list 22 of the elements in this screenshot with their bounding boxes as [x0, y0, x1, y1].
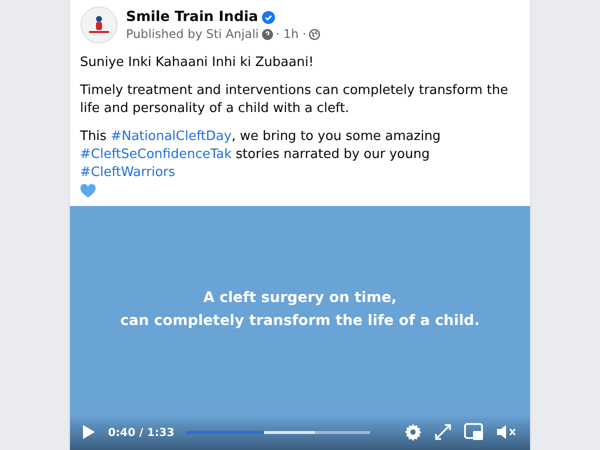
hashtag-link[interactable]: #CleftSeConfidenceTak: [80, 147, 232, 162]
hashtag-link[interactable]: #CleftWarriors: [80, 165, 176, 180]
video-time: 0:40 / 1:33: [108, 426, 174, 438]
video-caption: can completely transform the life of a child.: [120, 312, 480, 331]
video-caption: A cleft surgery on time,: [203, 289, 397, 308]
play-button[interactable]: [82, 424, 96, 440]
post-time[interactable]: · 1h ·: [276, 27, 306, 41]
hashtag-link[interactable]: #NationalCleftDay: [110, 129, 232, 144]
publisher-byline: Published by Sti Anjali: [126, 27, 259, 41]
page-name[interactable]: Smile Train India: [126, 9, 258, 25]
post-text: Suniye Inki Kahaani Inhi ki Zubaani!: [80, 54, 315, 72]
volume-button[interactable]: [496, 423, 518, 441]
heart-icon: [80, 184, 96, 198]
globe-icon: [309, 28, 320, 40]
help-icon[interactable]: [262, 28, 273, 40]
page-avatar-logo[interactable]: [80, 6, 118, 44]
settings-button[interactable]: [404, 423, 422, 441]
post-text: This #NationalCleftDay, we bring to you some amazing #CleftSeConfidenceTak stories narrated by our young #CleftWarriors: [80, 128, 520, 198]
fullscreen-button[interactable]: [434, 423, 452, 441]
post-text: Timely treatment and interventions can completely transform the life and personality of a child with a cleft.: [80, 82, 510, 118]
picture-in-picture-button[interactable]: [464, 423, 484, 441]
progress-track[interactable]: [186, 430, 370, 434]
